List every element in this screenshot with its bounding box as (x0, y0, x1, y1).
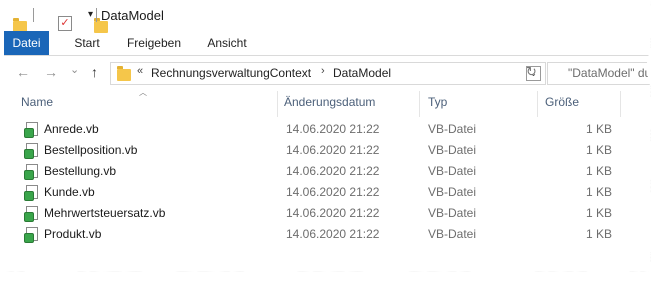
file-type: VB-Datei (428, 143, 477, 157)
column-divider[interactable] (277, 91, 278, 117)
file-date: 14.06.2020 21:22 (286, 122, 380, 136)
tab-ansicht[interactable]: Ansicht (201, 31, 253, 55)
vb-file-icon (24, 164, 38, 180)
file-date: 14.06.2020 21:22 (286, 227, 380, 241)
file-row[interactable]: Bestellposition.vb 14.06.2020 21:22 VB-D… (4, 140, 651, 161)
search-placeholder: "DataModel" du (568, 66, 651, 80)
file-type: VB-Datei (428, 227, 477, 241)
file-date: 14.06.2020 21:22 (286, 164, 380, 178)
file-type: VB-Datei (428, 206, 477, 220)
vb-file-icon (24, 122, 38, 138)
file-type: VB-Datei (428, 164, 477, 178)
toolbar-divider (33, 8, 34, 22)
file-size: 1 KB (585, 185, 612, 199)
vb-file-icon (24, 227, 38, 243)
title-bar: ✓ ▾ DataModel (4, 0, 651, 33)
column-headers: ︿ Name Änderungsdatum Typ Größe (4, 88, 651, 117)
tab-freigeben[interactable]: Freigeben (122, 31, 186, 55)
navigation-bar: ← → ⌄ ↑ « RechnungsverwaltungContext › D… (4, 58, 651, 88)
file-size: 1 KB (585, 122, 612, 136)
file-name: Bestellung.vb (44, 164, 117, 178)
properties-icon[interactable]: ✓ (58, 16, 72, 31)
file-row[interactable]: Kunde.vb 14.06.2020 21:22 VB-Datei 1 KB (4, 182, 651, 203)
search-input[interactable]: "DataModel" du (547, 62, 651, 85)
quick-access-dropdown-icon[interactable]: ▾ (88, 9, 93, 20)
breadcrumb-item[interactable]: RechnungsverwaltungContext (151, 66, 311, 80)
recent-locations-icon[interactable]: ⌄ (70, 62, 79, 78)
column-header-date[interactable]: Änderungsdatum (284, 95, 375, 109)
refresh-icon[interactable]: ↻ (526, 64, 537, 80)
column-divider[interactable] (537, 91, 538, 117)
tab-datei[interactable]: Datei (4, 31, 49, 55)
file-name: Anrede.vb (44, 122, 99, 136)
file-size: 1 KB (585, 206, 612, 220)
file-row[interactable]: Produkt.vb 14.06.2020 21:22 VB-Datei 1 K… (4, 224, 651, 245)
address-bar[interactable]: « RechnungsverwaltungContext › DataModel… (110, 62, 546, 85)
sort-ascending-icon: ︿ (139, 88, 147, 97)
toolbar-divider (96, 8, 97, 22)
forward-icon[interactable]: → (44, 64, 58, 80)
file-date: 14.06.2020 21:22 (286, 206, 380, 220)
file-row[interactable]: Mehrwertsteuersatz.vb 14.06.2020 21:22 V… (4, 203, 651, 224)
file-name: Mehrwertsteuersatz.vb (44, 206, 166, 220)
back-icon[interactable]: ← (16, 64, 30, 80)
ribbon-tabs: Datei Start Freigeben Ansicht (4, 31, 651, 56)
vb-file-icon (24, 185, 38, 201)
file-name: Bestellposition.vb (44, 143, 138, 157)
file-type: VB-Datei (428, 122, 477, 136)
file-name: Produkt.vb (44, 227, 102, 241)
file-row[interactable]: Anrede.vb 14.06.2020 21:22 VB-Datei 1 KB (4, 119, 651, 140)
explorer-window: ✓ ▾ DataModel Datei Start Freigeben Ansi… (4, 0, 651, 272)
column-header-size[interactable]: Größe (545, 95, 579, 109)
screenshot-frame: ✓ ▾ DataModel Datei Start Freigeben Ansi… (4, 0, 651, 272)
file-date: 14.06.2020 21:22 (286, 143, 380, 157)
folder-icon (117, 66, 131, 81)
column-divider[interactable] (620, 91, 621, 117)
window-title: DataModel (101, 8, 164, 23)
file-name: Kunde.vb (44, 185, 95, 199)
file-size: 1 KB (585, 164, 612, 178)
file-row[interactable]: Bestellung.vb 14.06.2020 21:22 VB-Datei … (4, 161, 651, 182)
file-list: Anrede.vb 14.06.2020 21:22 VB-Datei 1 KB… (4, 119, 651, 245)
breadcrumb-item[interactable]: DataModel (333, 66, 391, 80)
file-type: VB-Datei (428, 185, 477, 199)
column-divider[interactable] (419, 91, 420, 117)
column-header-name[interactable]: Name (21, 95, 53, 109)
file-size: 1 KB (585, 227, 612, 241)
vb-file-icon (24, 143, 38, 159)
up-icon[interactable]: ↑ (91, 64, 98, 80)
file-date: 14.06.2020 21:22 (286, 185, 380, 199)
file-size: 1 KB (585, 143, 612, 157)
tab-start[interactable]: Start (68, 31, 106, 55)
breadcrumb-separator[interactable]: › (321, 65, 325, 77)
column-header-type[interactable]: Typ (428, 95, 447, 109)
vb-file-icon (24, 206, 38, 222)
breadcrumb-overflow[interactable]: « (137, 65, 143, 77)
